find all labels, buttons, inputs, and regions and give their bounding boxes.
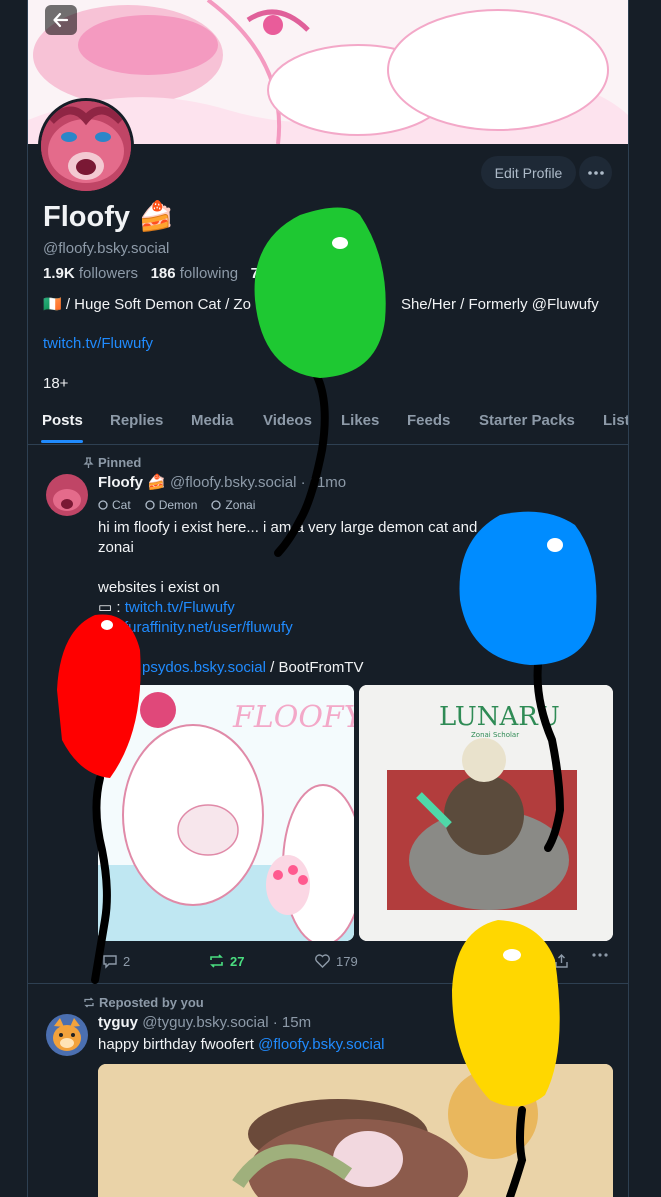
pin-icon: [83, 456, 94, 468]
share-button[interactable]: [554, 953, 569, 969]
following-stat[interactable]: 186 following: [151, 265, 239, 282]
label-icon: [145, 500, 155, 510]
heart-icon: [315, 954, 330, 968]
post-author-avatar[interactable]: [46, 474, 88, 516]
post2-image[interactable]: [98, 1064, 613, 1197]
lunaru-art: LUNARU Zonai Scholar: [359, 685, 613, 941]
post-actions: 2 27 179: [98, 953, 612, 973]
like-button[interactable]: 179: [314, 953, 358, 969]
monitor-icon: ▭: [98, 599, 113, 616]
label-zonai[interactable]: Zonai: [211, 498, 255, 512]
profile-tabs: Posts Replies Media Videos Likes Feeds S…: [28, 398, 628, 445]
post-divider: [28, 983, 628, 984]
floofy-art: FLOOFY: [98, 685, 354, 941]
back-arrow-icon: [53, 12, 69, 28]
repost-button[interactable]: 27: [208, 953, 244, 969]
more-icon: [592, 953, 608, 957]
post2-author-name[interactable]: tyguy: [98, 1014, 138, 1031]
active-tab-indicator: [41, 440, 83, 443]
tab-media[interactable]: Media: [191, 412, 234, 429]
label-demon[interactable]: Demon: [145, 498, 197, 512]
birthday-art: [98, 1064, 613, 1197]
label-icon: [98, 500, 108, 510]
profile-avatar[interactable]: [38, 98, 134, 194]
profile-column: Edit Profile Floofy 🍰 @floofy.bsky.socia…: [27, 0, 629, 1197]
profile-handle: @floofy.bsky.social: [43, 240, 170, 257]
post-labels: Cat Demon Zonai: [98, 498, 255, 512]
post-image-1[interactable]: FLOOFY: [98, 685, 354, 941]
more-icon: [587, 170, 604, 175]
reply-button[interactable]: 2: [102, 953, 130, 969]
post-time[interactable]: · 11mo: [301, 474, 347, 491]
posts-stat: 7: [250, 265, 259, 282]
tab-lists[interactable]: List: [603, 412, 628, 429]
label-icon: [211, 500, 222, 510]
repost-icon: [210, 954, 223, 968]
post-author-handle[interactable]: @floofy.bsky.social: [170, 474, 296, 491]
tab-replies[interactable]: Replies: [110, 412, 163, 429]
profile-bio: 🇮🇪 / Huge Soft Demon Cat / Zo She/Her / F…: [43, 296, 599, 313]
post2-author-handle[interactable]: @tyguy.bsky.social: [142, 1014, 268, 1031]
post2-time[interactable]: · 15m: [273, 1014, 311, 1031]
post2-mention[interactable]: @floofy.bsky.social: [258, 1036, 384, 1053]
post-header: Floofy 🍰 @floofy.bsky.social · 11mo: [98, 473, 346, 491]
avatar-art: [41, 101, 131, 191]
profile-stats: 1.9K followers 186 following 7: [43, 265, 259, 282]
repost-icon: [84, 997, 94, 1008]
post2-text: happy birthday fwoofert @floofy.bsky.soc…: [98, 1036, 385, 1053]
label-cat[interactable]: Cat: [98, 498, 131, 512]
repost-indicator: Reposted by you: [83, 995, 204, 1010]
post-link-furaffinity[interactable]: furaffinity.net/user/fluwufy: [124, 619, 293, 636]
post-more-button[interactable]: [592, 953, 608, 957]
post-link-psydos[interactable]: psydos.bsky.social: [142, 659, 266, 676]
followers-stat[interactable]: 1.9K followers: [43, 265, 138, 282]
post2-header: tyguy @tyguy.bsky.social · 15m: [98, 1014, 311, 1031]
image-subtitle-lunaru: Zonai Scholar: [471, 731, 519, 739]
display-name: Floofy 🍰: [43, 201, 175, 233]
tab-posts[interactable]: Posts: [42, 412, 83, 429]
age-label: 18+: [43, 375, 69, 392]
profile-more-button[interactable]: [579, 156, 612, 189]
pinned-indicator: Pinned: [83, 455, 141, 470]
image-title-floofy: FLOOFY: [232, 700, 354, 735]
post-author-name[interactable]: Floofy 🍰: [98, 474, 166, 491]
post-text: hi im floofy i exist here... i am a very…: [98, 519, 552, 676]
post2-author-avatar[interactable]: [46, 1014, 88, 1056]
back-button[interactable]: [45, 5, 77, 35]
image-title-lunaru-text: LUNARU: [439, 702, 560, 732]
reply-icon: [103, 955, 117, 969]
tab-likes[interactable]: Likes: [341, 412, 379, 429]
bio-link[interactable]: twitch.tv/Fluwufy: [43, 335, 153, 352]
tab-starter-packs[interactable]: Starter Packs: [479, 412, 575, 429]
tab-feeds[interactable]: Feeds: [407, 412, 450, 429]
share-icon: [555, 954, 568, 968]
edit-profile-button[interactable]: Edit Profile: [481, 156, 576, 189]
tyguy-avatar-art: [46, 1014, 88, 1056]
post-image-2[interactable]: LUNARU Zonai Scholar: [359, 685, 613, 941]
tab-videos[interactable]: Videos: [263, 412, 312, 429]
post-link-twitch[interactable]: twitch.tv/Fluwufy: [125, 599, 235, 616]
author-avatar-art: [46, 474, 88, 516]
